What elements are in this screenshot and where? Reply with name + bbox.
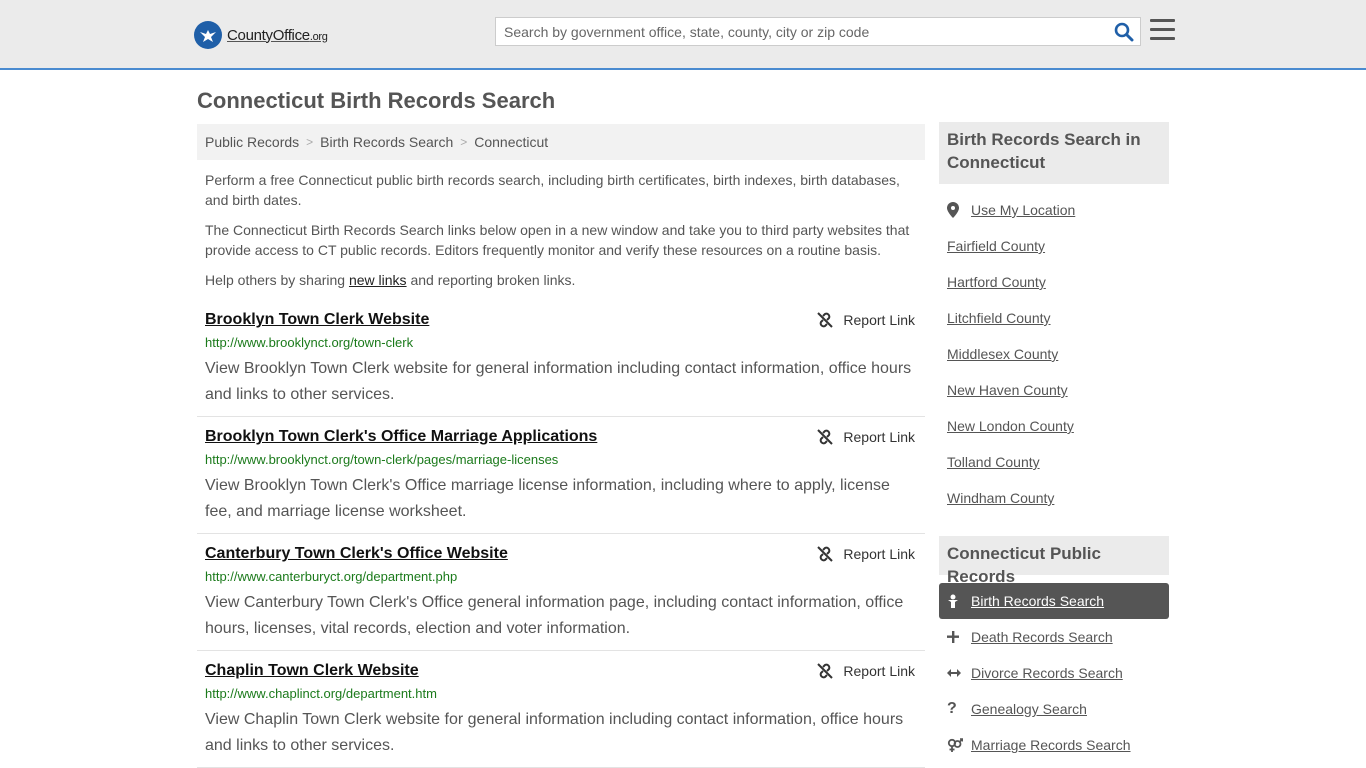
new-links-link[interactable]: new links xyxy=(349,272,407,288)
result-description: View Chaplin Town Clerk website for gene… xyxy=(205,711,904,754)
logo-text: CountyOffice.org xyxy=(227,26,328,44)
use-my-location-link[interactable]: Use My Location xyxy=(947,192,1169,228)
search-icon[interactable] xyxy=(1114,22,1134,42)
search-input[interactable] xyxy=(496,18,1108,45)
sidebar-item-label[interactable]: Marriage Records Search xyxy=(971,737,1131,753)
eagle-seal-icon xyxy=(194,21,222,49)
sidebar-item-label[interactable]: Divorce Records Search xyxy=(971,665,1123,681)
sidebar-item-divorce-records-search[interactable]: Divorce Records Search xyxy=(947,655,1169,691)
county-link-hartford[interactable]: Hartford County xyxy=(947,264,1169,300)
county-link-windham[interactable]: Windham County xyxy=(947,480,1169,516)
result-url: http://www.brooklynct.org/town-clerk/pag… xyxy=(205,452,559,467)
breadcrumb-current: Connecticut xyxy=(474,134,549,150)
gender-icon xyxy=(947,738,971,752)
breadcrumb: Public Records > Birth Records Search > … xyxy=(197,124,925,160)
result-title-link[interactable]: Brooklyn Town Clerk Website xyxy=(205,310,917,330)
county-link-new-haven[interactable]: New Haven County xyxy=(947,372,1169,408)
county-link-new-london[interactable]: New London County xyxy=(947,408,1169,444)
result-item: Chaplin Town Clerk Website http://www.ch… xyxy=(197,651,925,768)
report-link-button[interactable]: Report Link xyxy=(817,546,915,562)
page-title: Connecticut Birth Records Search xyxy=(197,88,556,113)
intro-paragraph-3: Help others by sharing new links and rep… xyxy=(205,272,576,288)
result-item: Canterbury Town Clerk's Office Website h… xyxy=(197,534,925,651)
breadcrumb-separator-icon: > xyxy=(306,135,314,149)
result-url: http://www.brooklynct.org/town-clerk xyxy=(205,335,414,350)
search-box xyxy=(495,17,1141,46)
broken-link-icon xyxy=(817,429,834,445)
breadcrumb-birth-records-search[interactable]: Birth Records Search xyxy=(320,134,453,150)
sidebar-item-label[interactable]: Death Records Search xyxy=(971,629,1113,645)
intro-paragraph-1: Perform a free Connecticut public birth … xyxy=(205,172,900,208)
result-item: Brooklyn Town Clerk Website http://www.b… xyxy=(197,300,925,417)
hamburger-menu-icon[interactable] xyxy=(1150,19,1175,41)
results-list: Brooklyn Town Clerk Website http://www.b… xyxy=(197,300,925,768)
sidebar-item-marriage-records-search[interactable]: Marriage Records Search xyxy=(947,727,1169,763)
report-link-button[interactable]: Report Link xyxy=(817,429,915,445)
county-link-tolland[interactable]: Tolland County xyxy=(947,444,1169,480)
intro-paragraph-2: The Connecticut Birth Records Search lin… xyxy=(205,222,910,258)
sidebar-counties-heading: Birth Records Search in Connecticut xyxy=(939,122,1169,184)
result-description: View Canterbury Town Clerk's Office gene… xyxy=(205,594,904,637)
sidebar-item-label[interactable]: Birth Records Search xyxy=(971,593,1104,609)
question-icon: ? xyxy=(947,700,957,717)
result-url: http://www.chaplinct.org/department.htm xyxy=(205,686,437,701)
result-url: http://www.canterburyct.org/department.p… xyxy=(205,569,458,584)
breadcrumb-public-records[interactable]: Public Records xyxy=(205,134,299,150)
sidebar-item-genealogy-search[interactable]: ? Genealogy Search xyxy=(947,691,1169,727)
report-link-button[interactable]: Report Link xyxy=(817,663,915,679)
map-pin-icon xyxy=(947,202,971,218)
result-title-link[interactable]: Canterbury Town Clerk's Office Website xyxy=(205,544,917,564)
intro-text: Perform a free Connecticut public birth … xyxy=(205,170,917,300)
county-link-middlesex[interactable]: Middlesex County xyxy=(947,336,1169,372)
site-header: CountyOffice.org xyxy=(0,0,1366,70)
sidebar-item-birth-records-search[interactable]: Birth Records Search xyxy=(939,583,1169,619)
result-item: Brooklyn Town Clerk's Office Marriage Ap… xyxy=(197,417,925,534)
result-title-link[interactable]: Brooklyn Town Clerk's Office Marriage Ap… xyxy=(205,427,917,447)
result-title-link[interactable]: Chaplin Town Clerk Website xyxy=(205,661,917,681)
site-logo[interactable]: CountyOffice.org xyxy=(194,20,328,50)
sidebar-public-records-heading: Connecticut Public Records xyxy=(939,536,1169,586)
result-description: View Brooklyn Town Clerk website for gen… xyxy=(205,360,912,403)
broken-link-icon xyxy=(817,663,834,679)
cross-icon xyxy=(947,631,971,643)
arrows-icon xyxy=(947,668,971,678)
sidebar-public-records-list: Death Records Search Divorce Records Sea… xyxy=(947,619,1169,763)
result-description: View Brooklyn Town Clerk's Office marria… xyxy=(205,477,890,520)
sidebar-item-death-records-search[interactable]: Death Records Search xyxy=(947,619,1169,655)
broken-link-icon xyxy=(817,546,834,562)
county-link-litchfield[interactable]: Litchfield County xyxy=(947,300,1169,336)
sidebar-counties-list: Use My Location Fairfield County Hartfor… xyxy=(947,192,1169,516)
breadcrumb-separator-icon: > xyxy=(460,135,468,149)
sidebar-item-label[interactable]: Genealogy Search xyxy=(971,701,1087,717)
broken-link-icon xyxy=(817,312,834,328)
baby-icon xyxy=(947,594,971,608)
report-link-button[interactable]: Report Link xyxy=(817,312,915,328)
county-link-fairfield[interactable]: Fairfield County xyxy=(947,228,1169,264)
